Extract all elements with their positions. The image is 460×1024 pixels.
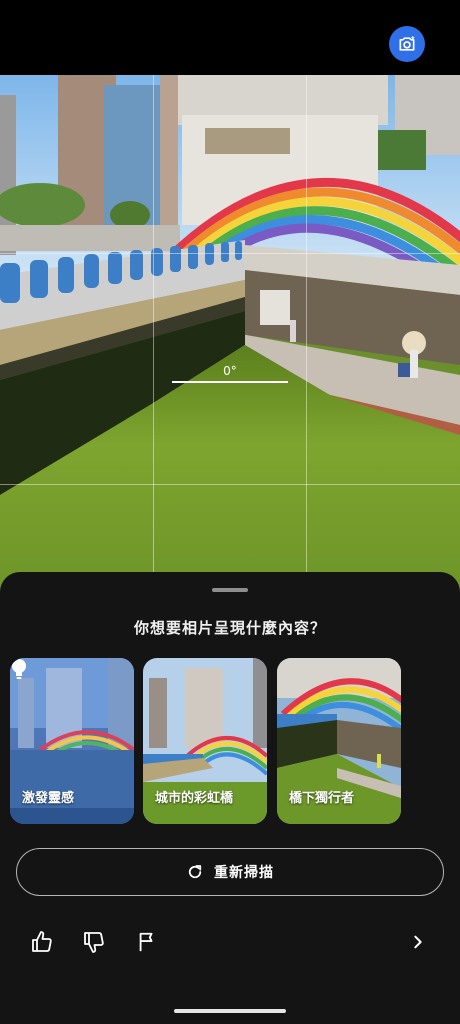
grid-line-horizontal-2 bbox=[0, 484, 460, 485]
refresh-icon bbox=[188, 865, 202, 879]
level-indicator-bar bbox=[172, 381, 288, 383]
sheet-question: 你想要相片呈現什麼內容？ bbox=[133, 619, 326, 637]
rescan-button[interactable]: 重新掃描 bbox=[16, 848, 444, 896]
camera-button[interactable] bbox=[389, 26, 425, 62]
suggestion-card-rainbow-bridge[interactable]: 城市的彩虹橋 bbox=[143, 658, 267, 824]
home-indicator[interactable] bbox=[174, 1009, 286, 1013]
suggestion-sheet: 你想要相片呈現什麼內容？ 激發靈感 城市的彩虹橋 橋下獨行者 重新掃描 bbox=[0, 572, 460, 1024]
suggestion-label: 城市的彩虹橋 bbox=[155, 791, 234, 806]
suggestion-card-lone-walker[interactable]: 橋下獨行者 bbox=[277, 658, 401, 824]
grid-line-vertical-1 bbox=[153, 75, 154, 595]
chevron-right-icon bbox=[414, 935, 422, 949]
report-flag-button[interactable] bbox=[133, 928, 161, 956]
thumbs-up-button[interactable] bbox=[28, 928, 56, 956]
level-readout: 0° bbox=[223, 364, 237, 378]
rescan-label: 重新掃描 bbox=[214, 865, 274, 881]
scene-photo bbox=[0, 75, 460, 595]
thumbs-down-button[interactable] bbox=[80, 928, 108, 956]
flag-icon bbox=[139, 932, 153, 952]
sheet-drag-handle[interactable] bbox=[212, 588, 248, 592]
more-button[interactable] bbox=[404, 928, 432, 956]
thumbs-down-icon bbox=[84, 932, 104, 953]
suggestion-cards: 激發靈感 城市的彩虹橋 橋下獨行者 bbox=[10, 658, 456, 824]
suggestion-label: 橋下獨行者 bbox=[289, 791, 355, 806]
grid-line-horizontal-1 bbox=[0, 253, 460, 254]
thumbs-up-icon bbox=[32, 931, 52, 952]
grid-line-vertical-2 bbox=[306, 75, 307, 595]
feedback-actions bbox=[0, 928, 460, 958]
camera-sparkle-icon bbox=[399, 35, 415, 51]
lightbulb-icon bbox=[12, 659, 26, 679]
suggestion-label: 激發靈感 bbox=[22, 791, 75, 806]
suggestion-card-inspire[interactable]: 激發靈感 bbox=[10, 658, 134, 824]
camera-viewfinder[interactable] bbox=[0, 75, 460, 595]
